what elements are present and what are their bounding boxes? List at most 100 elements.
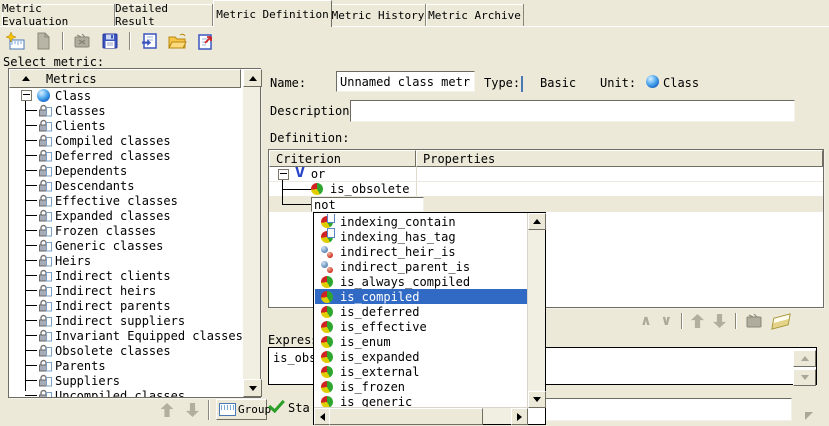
tree-item[interactable]: Clients bbox=[9, 118, 243, 133]
save-metric-button[interactable] bbox=[99, 30, 121, 52]
dropdown-item[interactable]: is_enum bbox=[315, 334, 527, 349]
move-criterion-up-button[interactable] bbox=[691, 314, 704, 328]
comment-field[interactable] bbox=[532, 398, 792, 421]
tree-item[interactable]: Indirect parents bbox=[9, 298, 243, 313]
dropdown-item[interactable]: is_expanded bbox=[315, 349, 527, 364]
move-metric-up-button[interactable] bbox=[158, 401, 176, 419]
metric-tool-window: Metric Evaluation Detailed Result Metric… bbox=[0, 0, 829, 426]
dropdown-item-label: is_effective bbox=[340, 320, 427, 334]
tree-item[interactable]: Deferred classes bbox=[9, 148, 243, 163]
dropdown-item[interactable]: is_always_compiled bbox=[315, 274, 527, 289]
dropdown-item[interactable]: is_external bbox=[315, 364, 527, 379]
tree-branch-line bbox=[25, 275, 37, 276]
tab-metric-evaluation[interactable]: Metric Evaluation bbox=[2, 4, 115, 26]
import-metrics-button[interactable] bbox=[138, 30, 160, 52]
arrow-down-icon bbox=[801, 375, 809, 380]
tree-item[interactable]: Classes bbox=[9, 103, 243, 118]
scroll-down-button[interactable] bbox=[243, 379, 262, 397]
open-metric-file-button[interactable] bbox=[166, 30, 188, 52]
tree-branch-line bbox=[25, 215, 37, 216]
tree-item[interactable]: Invariant Equipped classes bbox=[9, 328, 243, 343]
tab-metric-definition[interactable]: Metric Definition bbox=[213, 0, 332, 27]
tree-column-header[interactable]: Metrics bbox=[9, 69, 241, 88]
tree-footer-controls: Group bbox=[8, 398, 259, 422]
delete-metric-button[interactable] bbox=[71, 30, 93, 52]
clear-definition-button[interactable] bbox=[771, 313, 790, 330]
criterion-row-not-editing[interactable] bbox=[269, 197, 823, 212]
tree-item-label: Indirect heirs bbox=[55, 284, 156, 298]
dropdown-item[interactable]: indirect_parent_is bbox=[315, 259, 527, 274]
class-unit-icon bbox=[646, 75, 659, 88]
tab-metric-history[interactable]: Metric History bbox=[331, 4, 426, 26]
locked-metric-icon bbox=[38, 209, 52, 222]
tree-item[interactable]: Expanded classes bbox=[9, 208, 243, 223]
dropdown-item[interactable]: is_deferred bbox=[315, 304, 527, 319]
dropdown-item-selected[interactable]: is_compiled bbox=[315, 289, 527, 304]
tree-branch-line bbox=[25, 365, 37, 366]
comment-input[interactable] bbox=[533, 399, 791, 420]
tab-metric-archive[interactable]: Metric Archive bbox=[426, 4, 524, 26]
scrollbar-thumb[interactable] bbox=[329, 408, 483, 425]
criterion-row-or[interactable]: V or bbox=[269, 167, 823, 182]
expression-scroll-up-button[interactable] bbox=[793, 350, 816, 367]
basic-type-icon bbox=[521, 76, 523, 92]
criterion-label: is_obsolete bbox=[330, 182, 409, 196]
scroll-up-button[interactable] bbox=[528, 213, 546, 230]
tree-item[interactable]: Effective classes bbox=[9, 193, 243, 208]
duplicate-metric-button[interactable] bbox=[32, 30, 54, 52]
collapse-icon[interactable] bbox=[21, 90, 32, 101]
export-metrics-button[interactable] bbox=[194, 30, 216, 52]
tree-item[interactable]: Obsolete classes bbox=[9, 343, 243, 358]
dropdown-item[interactable]: indexing_contain bbox=[315, 214, 527, 229]
tree-item[interactable]: Heirs bbox=[9, 253, 243, 268]
scroll-up-button[interactable] bbox=[243, 69, 262, 87]
tree-item[interactable]: Parents bbox=[9, 358, 243, 373]
move-criterion-down-button[interactable] bbox=[713, 314, 726, 328]
tree-item[interactable]: Generic classes bbox=[9, 238, 243, 253]
properties-column-header[interactable]: Properties bbox=[416, 150, 823, 167]
delete-criterion-button[interactable] bbox=[745, 313, 763, 329]
tree-item[interactable]: Indirect suppliers bbox=[9, 313, 243, 328]
new-metric-button[interactable] bbox=[4, 30, 26, 52]
arrow-down-icon bbox=[533, 397, 541, 402]
criterion-edit-box[interactable] bbox=[311, 197, 424, 212]
tree-item[interactable]: Indirect clients bbox=[9, 268, 243, 283]
tab-panel-edge bbox=[0, 26, 829, 27]
scroll-down-button[interactable] bbox=[528, 391, 546, 408]
tree-item[interactable]: Suppliers bbox=[9, 373, 243, 388]
tree-vertical-scrollbar[interactable] bbox=[243, 69, 260, 397]
tree-item[interactable]: Uncompiled classes bbox=[9, 388, 243, 397]
criterion-edit-input[interactable] bbox=[312, 198, 423, 211]
expression-scroll-down-button[interactable] bbox=[793, 369, 816, 386]
criterion-column-header[interactable]: Criterion bbox=[269, 150, 416, 167]
collapse-icon[interactable] bbox=[278, 169, 289, 180]
dropdown-item[interactable]: indexing_has_tag bbox=[315, 229, 527, 244]
criterion-pie-icon bbox=[321, 321, 333, 333]
tree-item[interactable]: Indirect heirs bbox=[9, 283, 243, 298]
move-metric-down-button[interactable] bbox=[183, 401, 201, 419]
tree-item[interactable]: Compiled classes bbox=[9, 133, 243, 148]
tree-item[interactable]: Dependents bbox=[9, 163, 243, 178]
scroll-right-button[interactable] bbox=[511, 408, 528, 425]
criterion-row-is-obsolete[interactable]: is_obsolete bbox=[269, 182, 823, 197]
add-and-criterion-button[interactable]: ∧ bbox=[640, 314, 651, 328]
name-field[interactable] bbox=[336, 71, 475, 92]
locked-metric-icon bbox=[38, 179, 52, 192]
dropdown-item[interactable]: is_frozen bbox=[315, 379, 527, 394]
locked-metric-icon bbox=[38, 269, 52, 282]
group-button[interactable]: Group bbox=[216, 399, 267, 420]
tab-detailed-result[interactable]: Detailed Result bbox=[115, 4, 213, 26]
add-or-criterion-button[interactable]: ∨ bbox=[661, 314, 672, 328]
description-input[interactable] bbox=[351, 101, 794, 121]
tree-item[interactable]: Frozen classes bbox=[9, 223, 243, 238]
dropdown-item[interactable]: is_effective bbox=[315, 319, 527, 334]
description-field[interactable] bbox=[350, 100, 795, 122]
dropdown-horizontal-scrollbar[interactable] bbox=[314, 407, 528, 424]
name-input[interactable] bbox=[337, 72, 474, 91]
dropdown-vertical-scrollbar[interactable] bbox=[527, 213, 545, 408]
tree-item-class-root[interactable]: Class bbox=[9, 88, 243, 103]
tree-item[interactable]: Descendants bbox=[9, 178, 243, 193]
dropdown-item[interactable]: is_generic bbox=[315, 394, 527, 407]
tree-item-label: Invariant Equipped classes bbox=[55, 329, 243, 343]
dropdown-item[interactable]: indirect_heir_is bbox=[315, 244, 527, 259]
